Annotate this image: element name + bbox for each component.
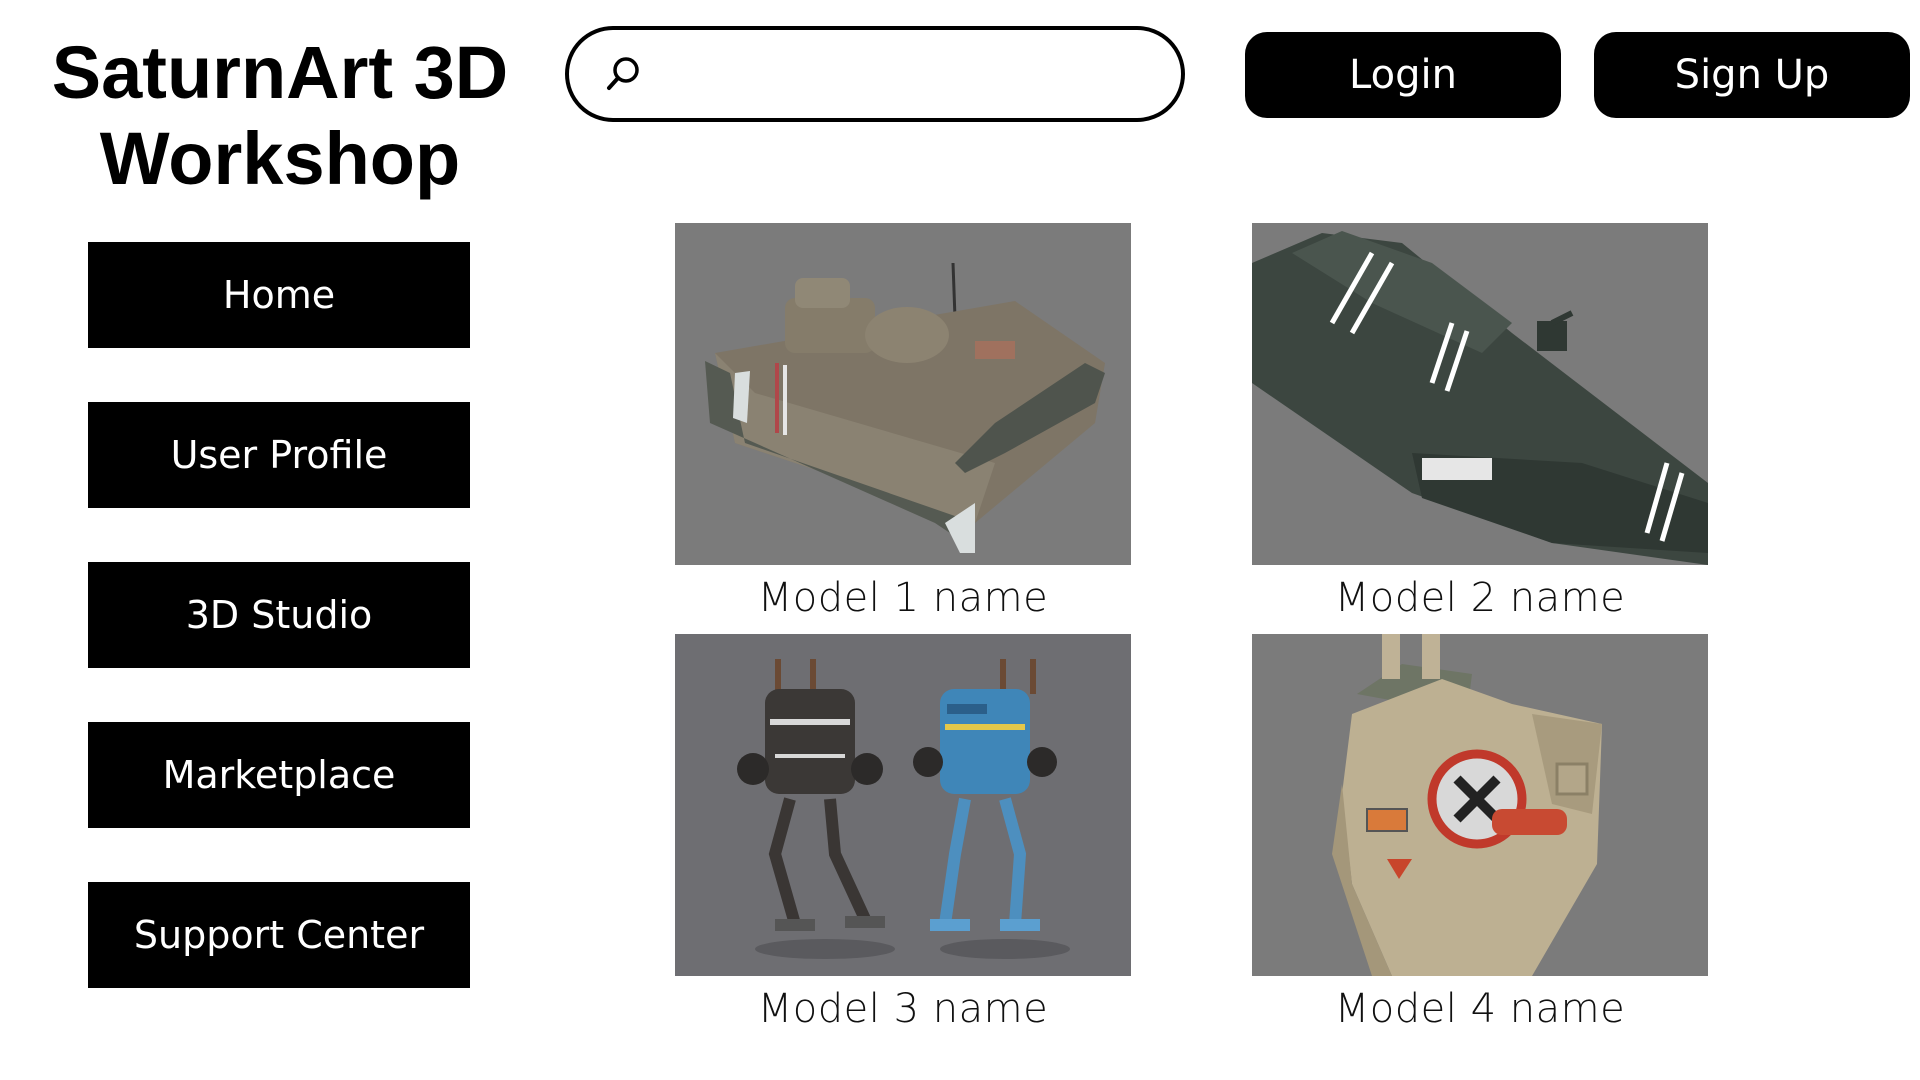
model-name[interactable]: Model 2 name xyxy=(1252,575,1708,621)
model-card[interactable]: Model 3 name xyxy=(675,634,1131,1032)
model-card[interactable]: Model 1 name xyxy=(675,223,1131,621)
sidebar-item-3d-studio[interactable]: 3D Studio xyxy=(88,562,470,668)
model-2-thumbnail[interactable] xyxy=(1252,223,1708,565)
sidebar-item-home[interactable]: Home xyxy=(88,242,470,348)
model-name[interactable]: Model 1 name xyxy=(675,575,1131,621)
search-icon[interactable] xyxy=(603,54,643,94)
model-card[interactable]: Model 4 name xyxy=(1252,634,1708,1032)
login-button[interactable]: Login xyxy=(1245,32,1561,118)
sidebar-item-support-center[interactable]: Support Center xyxy=(88,882,470,988)
site-title: SaturnArt 3D Workshop xyxy=(30,30,530,202)
model-card[interactable]: Model 2 name xyxy=(1252,223,1708,621)
search-input[interactable] xyxy=(661,44,1151,104)
model-name[interactable]: Model 4 name xyxy=(1252,986,1708,1032)
sidebar-item-user-profile[interactable]: User Profile xyxy=(88,402,470,508)
sidebar-item-marketplace[interactable]: Marketplace xyxy=(88,722,470,828)
model-4-thumbnail[interactable] xyxy=(1252,634,1708,976)
model-3-thumbnail[interactable] xyxy=(675,634,1131,976)
sidebar-nav: Home User Profile 3D Studio Marketplace … xyxy=(88,242,470,1042)
model-1-thumbnail[interactable] xyxy=(675,223,1131,565)
search-bar[interactable] xyxy=(565,26,1185,122)
sign-up-button[interactable]: Sign Up xyxy=(1594,32,1910,118)
site-title-line-1: SaturnArt 3D xyxy=(51,31,509,114)
site-title-line-2: Workshop xyxy=(99,117,461,200)
model-name[interactable]: Model 3 name xyxy=(675,986,1131,1032)
